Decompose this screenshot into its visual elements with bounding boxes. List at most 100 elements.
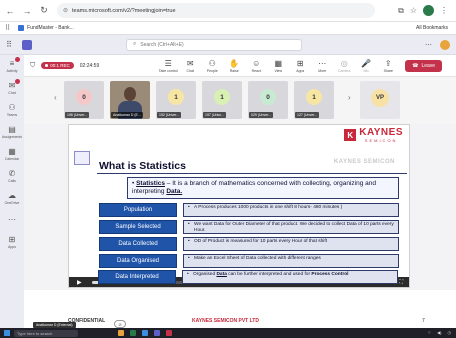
back-icon[interactable]: ← xyxy=(3,4,17,18)
tool-icon: ⊞ xyxy=(296,58,304,68)
row-text: Make an Excel Sheet of Data collected wi… xyxy=(183,254,399,268)
rail-item[interactable]: ☁ OneDrive xyxy=(0,187,24,209)
participant-initials-avatar: 1 xyxy=(214,89,230,105)
participant-tile[interactable]: VP xyxy=(360,81,400,119)
tool-label: People xyxy=(206,68,218,73)
definition-box: • Statistics – It is a branch of mathema… xyxy=(127,177,399,199)
participant-initials-avatar: VP xyxy=(371,89,389,107)
rail-label: Apps xyxy=(8,245,16,249)
rail-item[interactable]: ⊞ Apps xyxy=(0,231,24,253)
teams-icon[interactable] xyxy=(154,330,160,336)
participant-name: 196 (Unver... xyxy=(65,112,90,118)
participant-tile[interactable]: 1 192 (Unver... xyxy=(156,81,196,119)
meeting-tool-button[interactable]: ▦ View xyxy=(267,59,289,73)
tool-icon: ⚇ xyxy=(208,58,216,68)
tool-label: More xyxy=(318,68,327,73)
profile-avatar[interactable] xyxy=(423,5,434,16)
clock-icon[interactable]: ◷ xyxy=(448,330,452,336)
search-icon: ⌕ xyxy=(133,41,137,47)
apps-grid-icon[interactable]: ⠿ xyxy=(5,24,10,32)
all-bookmarks-link[interactable]: All Bookmarks xyxy=(416,25,456,31)
participant-initials-avatar: 0 xyxy=(76,89,92,105)
row-text: OD of Product is measured for 10 parts e… xyxy=(183,237,399,251)
participant-tile[interactable]: 0 196 (Unver... xyxy=(64,81,104,119)
record-dot-icon xyxy=(45,64,49,67)
rail-label: Calls xyxy=(8,179,16,183)
participant-initials-avatar: 1 xyxy=(306,89,322,105)
teams-search-input[interactable]: ⌕ Search (Ctrl+Alt+E) xyxy=(126,38,302,51)
more-options-icon[interactable]: ⋯ xyxy=(425,41,432,49)
user-avatar[interactable] xyxy=(440,39,450,50)
rail-label: OneDrive xyxy=(4,201,20,205)
excel-icon[interactable] xyxy=(130,330,136,336)
taskbar-search-input[interactable]: Type here to search xyxy=(14,329,78,337)
participant-initials-avatar: 1 xyxy=(168,89,184,105)
browser-menu-icon[interactable]: ⋮ xyxy=(440,6,448,15)
meeting-tool-button[interactable]: ⋯ More xyxy=(311,59,333,73)
tool-icon: ⋯ xyxy=(318,58,327,68)
leave-button[interactable]: ☎ Leave xyxy=(405,59,443,72)
tool-label: Raise xyxy=(229,68,239,73)
extensions-icon[interactable]: ⧉ xyxy=(398,6,404,16)
meeting-tool-button[interactable]: 🎤 Mic xyxy=(355,59,377,73)
chrome-icon[interactable] xyxy=(166,330,172,336)
meeting-tool-button[interactable]: ✋ Raise xyxy=(223,59,245,73)
participant-tile[interactable]: Anatkumar D (E... xyxy=(110,81,150,119)
rail-icon: ☁ xyxy=(8,191,16,200)
definition-end: Data. xyxy=(166,188,183,195)
tool-label: Take control xyxy=(158,68,178,73)
network-icon[interactable]: ⌔ xyxy=(427,330,431,336)
play-icon[interactable]: ▶ xyxy=(77,279,82,286)
slide-footer: CONFIDENTIAL KAYNES SEMICON PVT LTD 7 xyxy=(24,290,456,328)
title-divider xyxy=(97,173,407,174)
participant-tile[interactable]: 1 127 (Unver... xyxy=(294,81,334,119)
teams-header: ⠿ ⌕ Search (Ctrl+Alt+E) ⋯ xyxy=(0,35,456,55)
meeting-tool-button[interactable]: ⚇ People xyxy=(201,59,223,73)
meeting-tool-button[interactable]: ⊞ Apps xyxy=(289,59,311,73)
rail-item[interactable]: ⋯ xyxy=(0,209,24,231)
tool-icon: ☰ xyxy=(164,58,172,68)
tool-label: React xyxy=(251,68,261,73)
tool-label: Chat xyxy=(186,68,194,73)
presenter-toggle[interactable]: ⊘ xyxy=(114,320,126,328)
bookmark-star-icon[interactable]: ☆ xyxy=(410,6,417,15)
rail-item[interactable]: ✆ Calls xyxy=(0,165,24,187)
meeting-tool-button[interactable]: ☰ Take control xyxy=(157,59,179,73)
scroll-right-icon[interactable]: › xyxy=(348,93,351,102)
meeting-tool-button[interactable]: ⇪ Share xyxy=(377,59,399,73)
app-launcher-icon[interactable]: ⠿ xyxy=(0,40,18,49)
volume-tray-icon[interactable]: ◀) xyxy=(437,330,441,336)
row-text-part: Organised xyxy=(193,272,217,277)
address-bar[interactable]: ⊜ teams.microsoft.com/v2/?meetingjoin=tr… xyxy=(57,3,375,18)
slide-watermark: KAYNES SEMICON xyxy=(333,159,395,165)
rail-item[interactable]: ✉ Chat xyxy=(0,77,24,99)
meeting-info-icon[interactable]: ⛉ xyxy=(30,62,35,70)
rail-item[interactable]: ▦ Calendar xyxy=(0,143,24,165)
bookmark-item[interactable]: FundMaster - Bank... xyxy=(18,25,74,31)
meeting-tools: ☰ Take control ✉ Chat ⚇ People ✋ Raise ☺ React ▦ Vi… xyxy=(157,59,399,73)
recording-label: 00:1 REC xyxy=(50,63,70,68)
notification-badge xyxy=(15,79,20,84)
slide-title: What is Statistics xyxy=(99,160,186,172)
rail-item[interactable]: ≡ Activity xyxy=(0,55,24,77)
participant-tile[interactable]: 1 197 (Unkn... xyxy=(202,81,242,119)
company-label: KAYNES SEMICON PVT LTD xyxy=(192,318,259,324)
windows-start-icon[interactable] xyxy=(4,330,10,336)
meeting-tool-button[interactable]: ☺ React xyxy=(245,59,267,73)
meeting-tool-button[interactable]: ◎ Camera xyxy=(333,59,355,73)
participant-tile[interactable]: 0 029 (Unver... xyxy=(248,81,288,119)
forward-icon[interactable]: → xyxy=(20,4,34,18)
search-placeholder: Search (Ctrl+Alt+E) xyxy=(140,41,184,48)
rail-item[interactable]: ⚇ Teams xyxy=(0,99,24,121)
participant-name: 192 (Unver... xyxy=(157,112,182,118)
bookmarks-bar: ⠿ FundMaster - Bank... All Bookmarks xyxy=(0,22,456,35)
site-info-icon[interactable]: ⊜ xyxy=(63,7,68,14)
edge-icon[interactable] xyxy=(142,330,148,336)
meeting-tool-button[interactable]: ✉ Chat xyxy=(179,59,201,73)
row-text-part: can be further interpreted and used for xyxy=(226,272,312,277)
reload-icon[interactable]: ↻ xyxy=(37,4,51,18)
scroll-left-icon[interactable]: ‹ xyxy=(54,93,57,102)
rail-item[interactable]: ▤ Assignments xyxy=(0,121,24,143)
file-explorer-icon[interactable] xyxy=(118,330,124,336)
participant-name: 197 (Unkn... xyxy=(203,112,227,118)
